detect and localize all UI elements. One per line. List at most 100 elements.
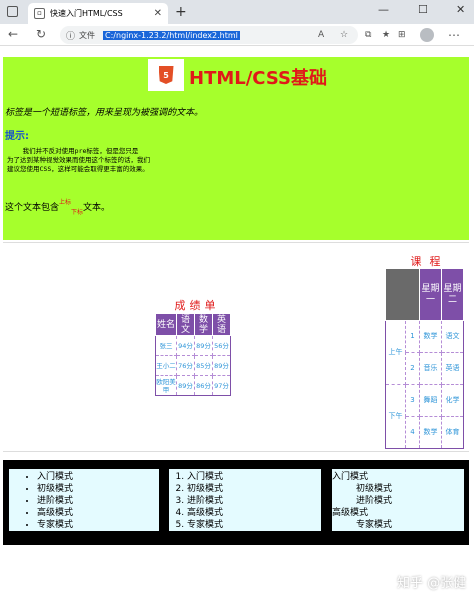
course-header: 星期二 bbox=[441, 268, 464, 321]
back-icon[interactable]: ← bbox=[8, 27, 18, 41]
tab-title: 快速入门HTML/CSS bbox=[50, 9, 123, 18]
page-title: HTML/CSS基础 bbox=[189, 68, 327, 89]
score-cell: 89分 bbox=[194, 335, 213, 356]
score-header: 姓名 bbox=[155, 313, 177, 336]
ordered-list: 入门模式 初级模式 进阶模式 高级模式 专家模式 bbox=[169, 471, 321, 531]
list-item: 高级模式 bbox=[187, 507, 321, 519]
course-table: 星期一 星期二 上午 1 数学 语文 2 音乐 英语 下午 3 舞蹈 化学 4 … bbox=[385, 268, 464, 449]
list-item: 专家模式 bbox=[187, 519, 321, 531]
tip-heading: 提示: bbox=[5, 131, 29, 142]
address-bar[interactable]: ⓘ 文件 C:/nginx-1.23.2/html/index2.html bbox=[60, 26, 358, 44]
file-label: 文件 bbox=[79, 30, 96, 40]
course-cell: 体育 bbox=[441, 416, 464, 449]
score-cell: 56分 bbox=[212, 335, 231, 356]
collections-icon[interactable]: ⊞ bbox=[398, 30, 406, 40]
close-window-icon[interactable]: ✕ bbox=[456, 3, 465, 16]
table-row: 下午 3 舞蹈 化学 bbox=[385, 384, 464, 449]
inline-after: 文本。 bbox=[83, 203, 111, 213]
definition-list-box: 入门模式 初级模式 进阶模式 高级模式 专家模式 bbox=[332, 469, 464, 531]
minimize-icon[interactable]: — bbox=[378, 3, 389, 16]
definition-list: 入门模式 初级模式 进阶模式 高级模式 专家模式 bbox=[332, 471, 464, 531]
course-period: 4 bbox=[405, 416, 420, 449]
score-cell: 张三 bbox=[155, 335, 177, 356]
tab-actions-icon[interactable] bbox=[7, 6, 18, 17]
read-aloud-icon[interactable]: A bbox=[318, 30, 324, 40]
unordered-list-box: 入门模式 初级模式 进阶模式 高级模式 专家模式 bbox=[9, 469, 159, 531]
list-item: 初级模式 bbox=[37, 483, 159, 495]
inline-before: 这个文本包含 bbox=[5, 203, 60, 213]
list-item: 初级模式 bbox=[187, 483, 321, 495]
course-cell: 数学 bbox=[419, 320, 442, 353]
favorites-icon[interactable]: ★ bbox=[382, 30, 390, 40]
subscript-text: 下标 bbox=[71, 209, 84, 216]
course-corner-header bbox=[385, 268, 420, 321]
definition-desc: 专家模式 bbox=[356, 520, 393, 530]
html5-icon: 5 bbox=[158, 66, 174, 84]
score-header: 英语 bbox=[212, 313, 231, 336]
course-cell: 化学 bbox=[441, 384, 464, 417]
score-cell: 86分 bbox=[194, 375, 213, 396]
course-cell: 英语 bbox=[441, 352, 464, 385]
score-header: 语文 bbox=[176, 313, 195, 336]
favorite-icon[interactable]: ☆ bbox=[340, 30, 348, 40]
score-table-caption: 成绩单 bbox=[174, 299, 220, 312]
lists-section: 入门模式 初级模式 进阶模式 高级模式 专家模式 入门模式 初级模式 进阶模式 … bbox=[3, 460, 469, 545]
score-cell: 85分 bbox=[194, 355, 213, 376]
score-cell: 欧阳美甲 bbox=[155, 375, 177, 396]
list-item: 入门模式 bbox=[187, 471, 321, 483]
emphasis-text: 标签是一个短语标签，用来呈现为被强调的文本。 bbox=[5, 108, 204, 118]
list-item: 专家模式 bbox=[37, 519, 159, 531]
definition-term: 入门模式 bbox=[332, 472, 369, 482]
navigation-bar: ← ↻ ⓘ 文件 C:/nginx-1.23.2/html/index2.htm… bbox=[0, 24, 474, 46]
course-cell: 音乐 bbox=[419, 352, 442, 385]
course-cell: 数学 bbox=[419, 416, 442, 449]
url-text[interactable]: C:/nginx-1.23.2/html/index2.html bbox=[103, 30, 240, 40]
divider-line bbox=[3, 242, 469, 243]
score-cell: 89分 bbox=[212, 355, 231, 376]
page-viewport: 5 HTML/CSS基础 标签是一个短语标签，用来呈现为被强调的文本。 提示: … bbox=[0, 47, 474, 605]
score-cell: 王小二 bbox=[155, 355, 177, 376]
superscript-text: 上标 bbox=[59, 199, 72, 206]
score-cell: 89分 bbox=[176, 375, 195, 396]
page-favicon-icon: ▫ bbox=[34, 8, 45, 19]
html5-logo: 5 bbox=[148, 59, 184, 91]
close-tab-icon[interactable]: ✕ bbox=[154, 8, 162, 19]
list-item: 进阶模式 bbox=[37, 495, 159, 507]
course-period: 3 bbox=[405, 384, 420, 417]
tab-bar: ▫ 快速入门HTML/CSS ✕ + — ☐ ✕ bbox=[0, 0, 474, 24]
table-row: 欧阳美甲 89分 86分 97分 bbox=[155, 375, 231, 396]
score-cell: 76分 bbox=[176, 355, 195, 376]
course-table-caption: 课程 bbox=[410, 255, 449, 268]
course-period: 1 bbox=[405, 320, 420, 353]
divider-line bbox=[3, 451, 469, 452]
list-item: 入门模式 bbox=[37, 471, 159, 483]
course-cell: 语文 bbox=[441, 320, 464, 353]
table-row: 张三 94分 89分 56分 bbox=[155, 335, 231, 356]
header-section: 5 HTML/CSS基础 标签是一个短语标签，用来呈现为被强调的文本。 提示: … bbox=[3, 57, 469, 240]
new-tab-button[interactable]: + bbox=[175, 4, 187, 20]
maximize-icon[interactable]: ☐ bbox=[418, 3, 428, 16]
score-cell: 97分 bbox=[212, 375, 231, 396]
course-cell: 舞蹈 bbox=[419, 384, 442, 417]
info-icon[interactable]: ⓘ bbox=[66, 29, 75, 42]
score-header: 数学 bbox=[194, 313, 213, 336]
course-group-label: 下午 bbox=[385, 384, 406, 449]
definition-desc: 初级模式 bbox=[356, 484, 393, 494]
browser-tab[interactable]: ▫ 快速入门HTML/CSS ✕ bbox=[28, 3, 168, 24]
more-icon[interactable]: ⋯ bbox=[448, 28, 460, 42]
list-item: 进阶模式 bbox=[187, 495, 321, 507]
table-row: 王小二 76分 85分 89分 bbox=[155, 355, 231, 376]
refresh-icon[interactable]: ↻ bbox=[36, 27, 46, 41]
definition-desc: 进阶模式 bbox=[356, 496, 393, 506]
list-item: 高级模式 bbox=[37, 507, 159, 519]
pre-text: 我们并不反对使用pre标签，但是您只是 为了达到某种视觉效果而使用这个标签的话，… bbox=[7, 147, 150, 173]
split-screen-icon[interactable]: ⧉ bbox=[365, 30, 371, 40]
table-row: 上午 1 数学 语文 bbox=[385, 320, 464, 385]
profile-avatar[interactable] bbox=[420, 28, 434, 42]
course-header: 星期一 bbox=[419, 268, 442, 321]
definition-term: 高级模式 bbox=[332, 508, 369, 518]
score-cell: 94分 bbox=[176, 335, 195, 356]
course-period: 2 bbox=[405, 352, 420, 385]
unordered-list: 入门模式 初级模式 进阶模式 高级模式 专家模式 bbox=[9, 471, 159, 531]
watermark: 知乎 @张健 bbox=[397, 576, 467, 591]
